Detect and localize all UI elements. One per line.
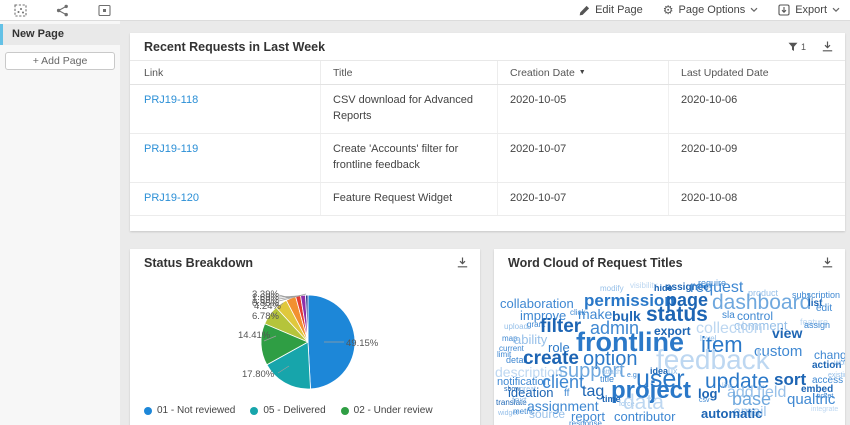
cloud-word: response xyxy=(569,419,602,425)
filter-icon xyxy=(788,42,798,51)
export-icon xyxy=(778,4,790,16)
cloud-word: automatic xyxy=(701,406,763,421)
cell-link: PRJ19-118 xyxy=(130,85,320,133)
add-page-button[interactable]: + Add Page xyxy=(5,52,115,70)
cell-title: CSV download for Advanced Reports xyxy=(320,85,497,133)
sidebar-item-new-page[interactable]: New Page xyxy=(0,24,120,45)
cloud-word: qualtric xyxy=(787,391,836,408)
wordcloud-card: Word Cloud of Request Titles modify visib… xyxy=(494,249,845,425)
legend-item: 01 - Not reviewed xyxy=(144,405,235,416)
column-label: Link xyxy=(144,66,164,79)
cell-updated: 2020-10-09 xyxy=(668,133,845,182)
export-label: Export xyxy=(795,4,827,16)
download-button[interactable] xyxy=(822,41,833,52)
cloud-word: view xyxy=(772,325,803,341)
cell-created: 2020-10-05 xyxy=(497,85,668,133)
column-header-title[interactable]: Title xyxy=(320,61,497,84)
dashboard-widgets-button[interactable] xyxy=(14,3,27,17)
cell-updated: 2020-10-08 xyxy=(668,182,845,215)
cloud-word: integrate xyxy=(811,406,839,413)
pencil-icon xyxy=(579,5,590,15)
gear-icon: ⚙ xyxy=(662,3,674,17)
cloud-word: contributor xyxy=(614,409,676,424)
present-icon xyxy=(98,4,111,16)
page-options-button[interactable]: ⚙ Page Options xyxy=(663,4,758,16)
column-header-last-updated-date[interactable]: Last Updated Date xyxy=(668,61,845,84)
cell-title: Create 'Accounts' filter for frontline f… xyxy=(320,133,497,182)
legend-dot xyxy=(144,406,152,415)
edit-page-label: Edit Page xyxy=(595,4,643,16)
cell-link: PRJ19-120 xyxy=(130,183,320,215)
status-pie-chart: 49.15% 17.80% 14.41% 6.78% 4.24% 3.39% 1.69% 1.… xyxy=(130,249,480,425)
requests-card-title: Recent Requests in Last Week xyxy=(144,39,326,54)
legend-label: 05 - Delivered xyxy=(263,405,326,416)
cloud-word: csv xyxy=(699,397,710,404)
topbar-right-actions: Edit Page ⚙ Page Options Export xyxy=(579,4,840,16)
legend-dot xyxy=(340,406,349,415)
request-link[interactable]: PRJ19-120 xyxy=(144,192,199,204)
cloud-word: text xyxy=(512,395,527,405)
cell-link: PRJ19-119 xyxy=(130,134,320,182)
legend-dot xyxy=(250,406,259,415)
requests-table: Link Title Creation Date ▼ Last Updated Date… xyxy=(130,61,845,216)
add-page-label: + Add Page xyxy=(32,55,88,67)
request-link[interactable]: PRJ19-118 xyxy=(144,94,198,106)
legend-item: 02 - Under review xyxy=(340,405,433,416)
cloud-word: assign xyxy=(804,320,831,330)
cloud-word: time xyxy=(602,394,621,404)
status-legend: 01 - Not reviewed 05 - Delivered 02 - Unde… xyxy=(144,405,433,416)
pie-percent-label: 0.85% xyxy=(252,298,279,309)
download-icon xyxy=(822,41,833,52)
status-card: Status Breakdown 49.15% 17.80% 14.41% 6.78%… xyxy=(130,249,480,425)
table-row: PRJ19-118 CSV download for Advanced Repor… xyxy=(130,85,845,134)
edit-page-button[interactable]: Edit Page xyxy=(579,4,643,16)
filter-count: 1 xyxy=(800,41,806,52)
share-icon xyxy=(56,4,68,16)
cell-created: 2020-10-07 xyxy=(497,182,668,215)
column-header-link[interactable]: Link xyxy=(130,61,320,84)
legend-label: 01 - Not reviewed xyxy=(157,405,236,416)
column-label: Creation Date xyxy=(510,66,575,79)
column-label: Last Updated Date xyxy=(681,66,769,79)
filter-button[interactable]: 1 xyxy=(788,42,806,52)
request-link[interactable]: PRJ19-119 xyxy=(144,143,198,155)
pie-percent-label: 14.41% xyxy=(238,330,271,341)
cloud-word: edit xyxy=(816,303,833,314)
column-label: Title xyxy=(333,66,353,79)
table-row: PRJ19-120 Feature Request Widget 2020-10-0… xyxy=(130,182,845,216)
pie-percent-label: 49.15% xyxy=(346,338,379,349)
topbar-left-icons xyxy=(10,3,111,17)
page-options-label: Page Options xyxy=(678,4,746,16)
table-row: PRJ19-119 Create 'Accounts' filter for fr… xyxy=(130,133,845,183)
pie-percent-label: 17.80% xyxy=(242,369,275,380)
legend-item: 05 - Delivered xyxy=(250,405,326,416)
export-button[interactable]: Export xyxy=(778,4,840,16)
pie-percent-label: 6.78% xyxy=(252,311,279,322)
topbar: Edit Page ⚙ Page Options Export xyxy=(0,0,850,21)
cell-created: 2020-10-07 xyxy=(497,133,668,182)
dashboard-screen: Edit Page ⚙ Page Options Export New Page… xyxy=(0,0,850,425)
cloud-word: source xyxy=(529,407,566,421)
word-cloud: modify visibility hide assignee require reque… xyxy=(494,249,845,425)
cell-updated: 2020-10-06 xyxy=(668,85,845,133)
dashboard-icon xyxy=(14,3,27,17)
column-header-creation-date[interactable]: Creation Date ▼ xyxy=(497,61,668,84)
requests-table-body: PRJ19-118 CSV download for Advanced Repor… xyxy=(130,85,845,216)
cloud-word: upload xyxy=(504,322,529,331)
chevron-down-icon xyxy=(832,7,840,13)
share-button[interactable] xyxy=(56,4,69,17)
legend-label: 02 - Under review xyxy=(353,405,433,416)
cloud-word: work xyxy=(834,358,845,367)
sidebar: New Page + Add Page xyxy=(0,21,120,425)
page-item-label: New Page xyxy=(12,28,64,40)
chevron-down-icon xyxy=(750,7,758,13)
requests-table-header: Link Title Creation Date ▼ Last Updated Date xyxy=(130,61,845,85)
requests-card-header: Recent Requests in Last Week 1 xyxy=(130,33,845,61)
requests-card: Recent Requests in Last Week 1 Link Title… xyxy=(130,33,845,231)
present-button[interactable] xyxy=(98,4,111,17)
cell-title: Feature Request Widget xyxy=(320,182,497,215)
sort-desc-icon: ▼ xyxy=(578,69,586,76)
